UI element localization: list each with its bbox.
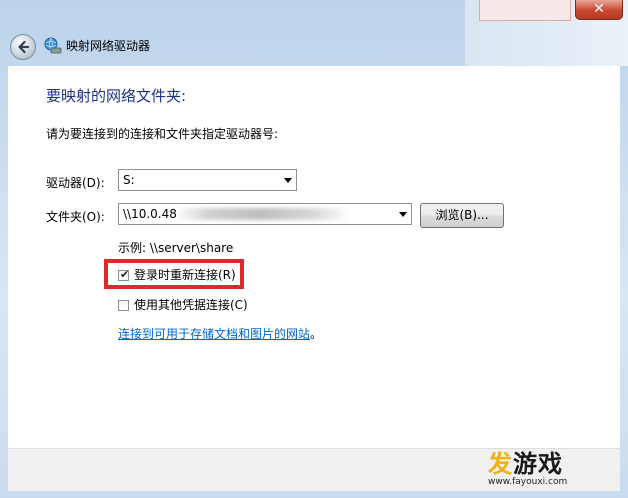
chevron-down-icon[interactable] (284, 178, 292, 183)
background-window-highlight (479, 0, 571, 21)
close-icon: ✕ (593, 1, 605, 17)
drive-letter-select[interactable]: S: (118, 169, 297, 191)
other-credentials-option[interactable]: 使用其他凭据连接(C) (118, 297, 248, 313)
drive-label: 驱动器(D): (46, 176, 105, 190)
example-text: 示例: \\server\share (118, 241, 234, 255)
other-credentials-label[interactable]: 使用其他凭据连接(C) (134, 297, 248, 313)
back-arrow-icon (18, 40, 30, 54)
folder-path-combobox[interactable]: \\10.0.48 (118, 203, 412, 225)
browse-button[interactable]: 浏览(B)... (420, 203, 504, 228)
dialog-content: 要映射的网络文件夹: 请为要连接到的连接和文件夹指定驱动器号: 驱动器(D): … (8, 66, 620, 448)
website-link[interactable]: 连接到可用于存储文档和图片的网站。 (118, 326, 322, 342)
folder-path-value: \\10.0.48 (123, 207, 177, 221)
site-watermark: 发游戏 www.fayouxi.com (486, 448, 620, 490)
drive-letter-value: S: (123, 173, 135, 187)
chevron-down-icon[interactable] (399, 212, 407, 217)
highlight-box (104, 259, 244, 289)
watermark-logo: 发游戏 (488, 450, 563, 478)
redacted-path (175, 208, 345, 220)
close-button[interactable]: ✕ (575, 0, 623, 20)
page-heading: 要映射的网络文件夹: (46, 87, 187, 105)
folder-label: 文件夹(O): (46, 210, 105, 224)
link-suffix: 。 (310, 327, 323, 341)
website-link-text[interactable]: 连接到可用于存储文档和图片的网站 (118, 327, 310, 341)
other-credentials-checkbox[interactable] (118, 299, 129, 311)
window-title: 映射网络驱动器 (66, 39, 151, 53)
window-frame: ✕ 映射网络驱动器 要映射的网络文件夹: 请为要连接到的连接和文件夹指定驱动器号… (0, 0, 628, 498)
back-button[interactable] (10, 34, 36, 60)
instruction-text: 请为要连接到的连接和文件夹指定驱动器号: (46, 127, 279, 141)
watermark-url: www.fayouxi.com (488, 477, 568, 487)
network-drive-icon (44, 37, 62, 54)
